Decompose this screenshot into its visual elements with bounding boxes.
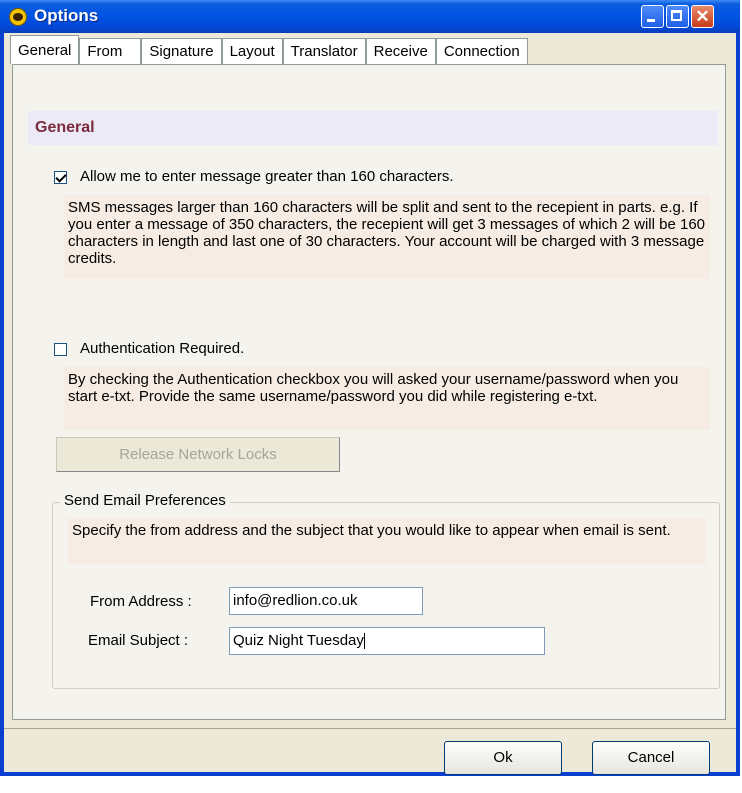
email-subject-label: Email Subject : xyxy=(88,632,189,649)
from-address-value: info@redlion.co.uk xyxy=(233,592,358,609)
email-subject-input[interactable]: Quiz Night Tuesday xyxy=(229,627,545,655)
tab-signature[interactable]: Signature xyxy=(141,38,222,64)
app-icon xyxy=(9,8,27,26)
email-preferences-title: Send Email Preferences xyxy=(60,492,230,509)
tab-connection[interactable]: Connection xyxy=(435,38,528,64)
tab-receive[interactable]: Receive xyxy=(365,38,436,64)
title-bar[interactable]: Options ✕ xyxy=(0,0,740,33)
close-button[interactable]: ✕ xyxy=(691,5,714,28)
window-title: Options xyxy=(34,6,99,25)
auth-label[interactable]: Authentication Required. xyxy=(80,340,244,357)
long-sms-checkbox[interactable] xyxy=(54,171,67,184)
close-icon: ✕ xyxy=(695,7,710,26)
email-subject-value: Quiz Night Tuesday xyxy=(233,632,364,649)
maximize-button[interactable] xyxy=(666,5,689,28)
from-address-label: From Address : xyxy=(90,593,192,610)
tab-strip: General From Signature Layout Translator… xyxy=(10,35,528,64)
tab-translator[interactable]: Translator xyxy=(282,38,366,64)
text-caret xyxy=(363,633,365,650)
cancel-button[interactable]: Cancel xyxy=(592,741,710,775)
ok-button[interactable]: Ok xyxy=(444,741,562,775)
section-title: General xyxy=(28,111,718,145)
minimize-button[interactable] xyxy=(641,5,664,28)
release-network-locks-button[interactable]: Release Network Locks xyxy=(56,437,340,472)
tab-from[interactable]: From xyxy=(79,38,142,64)
email-preferences-info: Specify the from address and the subject… xyxy=(68,518,706,564)
auth-info: By checking the Authentication checkbox … xyxy=(64,367,710,430)
footer-divider xyxy=(4,728,736,729)
auth-checkbox[interactable] xyxy=(54,343,67,356)
long-sms-info: SMS messages larger than 160 characters … xyxy=(64,195,710,279)
from-address-input[interactable]: info@redlion.co.uk xyxy=(229,587,423,615)
tab-general[interactable]: General xyxy=(10,35,80,64)
tab-layout[interactable]: Layout xyxy=(221,38,283,64)
long-sms-label[interactable]: Allow me to enter message greater than 1… xyxy=(80,168,454,185)
